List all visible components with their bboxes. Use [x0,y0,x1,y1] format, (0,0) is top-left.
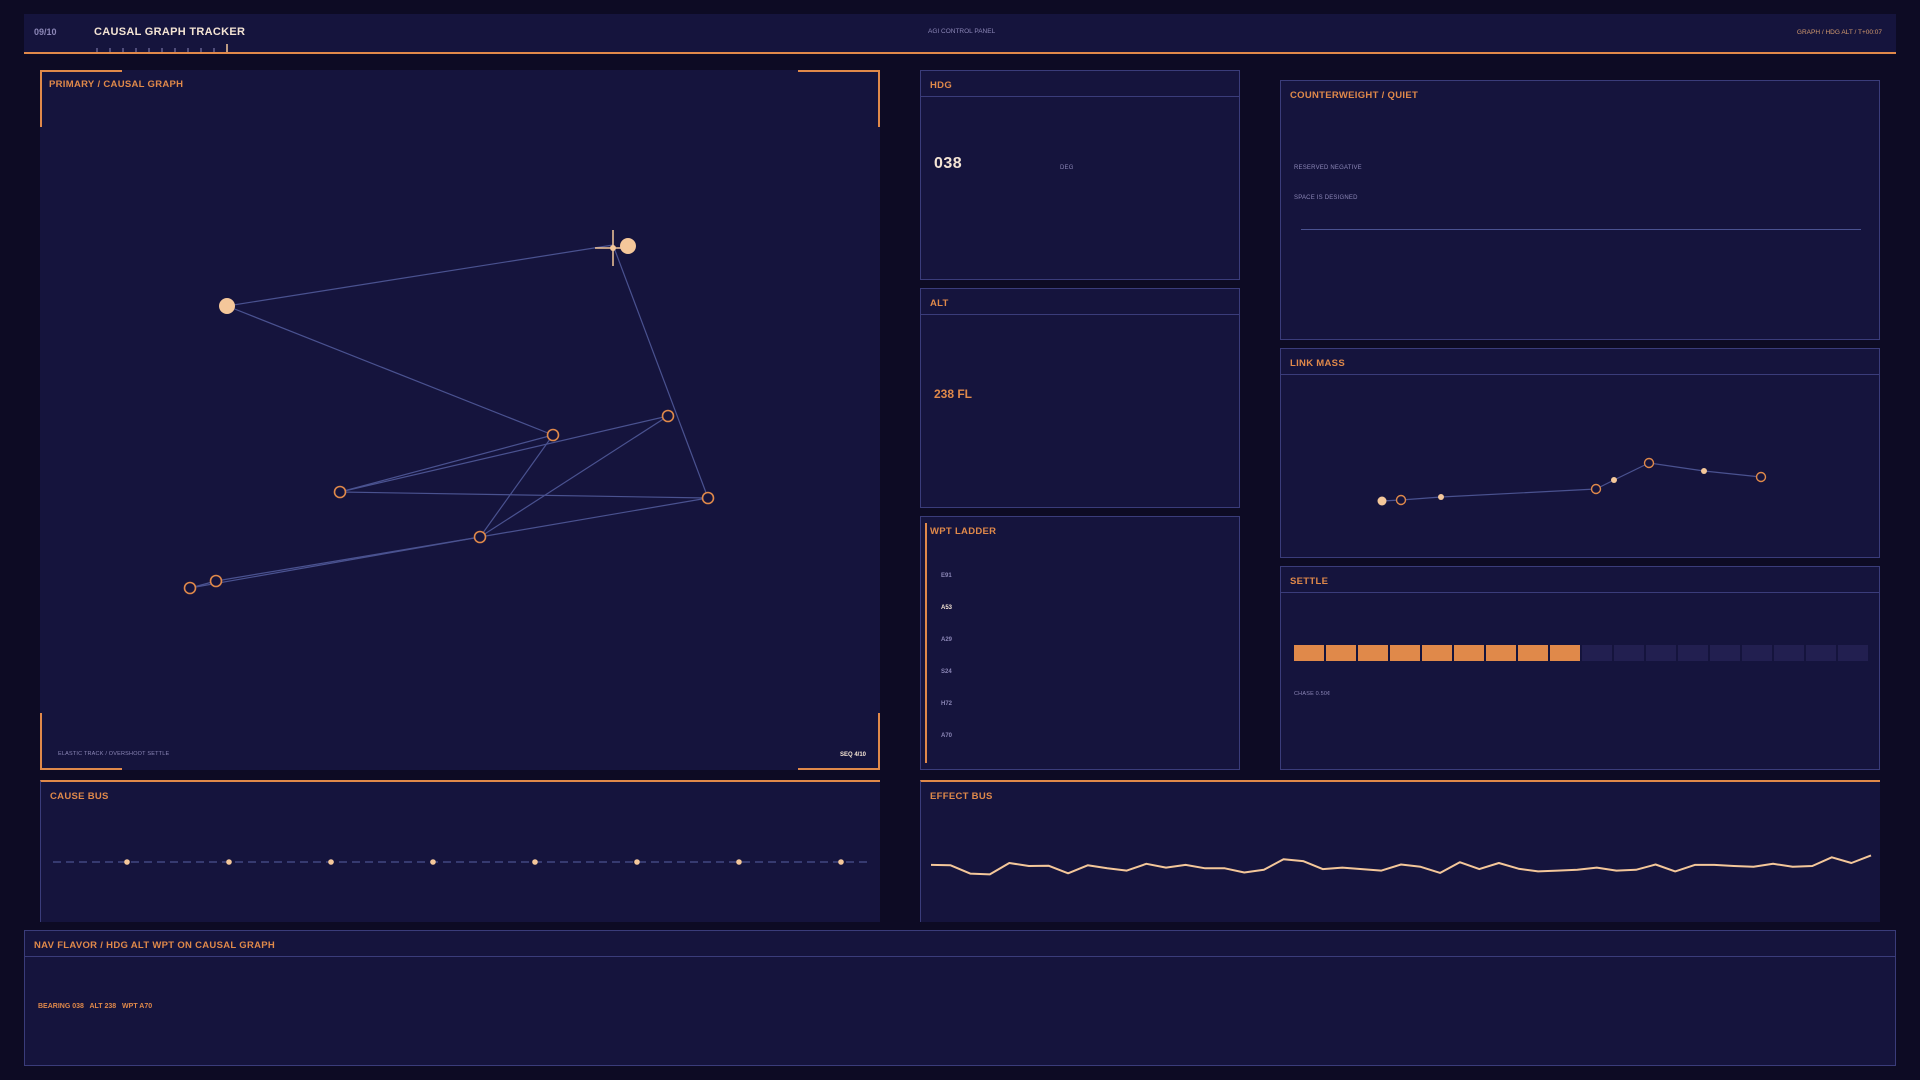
progress-ticks [96,44,228,52]
header-status: GRAPH / HDG ALT / T+00:07 [1796,29,1882,36]
settle-title: SETTLE [1290,576,1329,587]
effect-bus-chart [930,854,1872,876]
settle-segment [1742,645,1772,661]
ladder-item[interactable]: E91 [941,573,952,579]
wpt-title: WPT LADDER [930,526,997,537]
nav-divider [25,956,1895,957]
settle-segment [1358,645,1388,661]
counterweight-panel: COUNTERWEIGHT / QUIET RESERVED NEGATIVE … [1280,80,1880,340]
ladder-item[interactable]: A29 [941,637,952,643]
nav-title: NAV FLAVOR / HDG ALT WPT ON CAUSAL GRAPH [34,940,276,951]
settle-segment [1550,645,1580,661]
page-index: 09/10 [34,27,57,37]
settle-segment [1518,645,1548,661]
alt-title: ALT [930,298,949,309]
settle-segment [1326,645,1356,661]
hdg-panel: HDG 038 DEG [920,70,1240,280]
ladder-item[interactable]: S24 [941,669,952,675]
nav-alt: ALT 238 [89,1003,117,1010]
settle-segment [1678,645,1708,661]
effect-bus-line [930,854,1872,876]
nav-readout: BEARING 038 ALT 238 WPT A70 [38,1003,152,1010]
settle-panel: SETTLE CHASE 0.50¢ [1280,566,1880,770]
counterweight-line1: RESERVED NEGATIVE [1294,165,1362,171]
header-center-label: AGI CONTROL PANEL [928,28,996,35]
alt-value: 238 FL [934,387,973,401]
hdg-title: HDG [930,80,953,91]
settle-divider [1281,592,1879,593]
primary-graph-panel: PRIMARY / CAUSAL GRAPH ELASTIC TRACK / O… [40,70,880,770]
hdg-divider [921,96,1239,97]
app-title: CAUSAL GRAPH TRACKER [94,26,246,38]
top-header: 09/10 CAUSAL GRAPH TRACKER AGI CONTROL P… [24,14,1896,54]
ladder-item[interactable]: H72 [941,701,952,707]
alt-panel: ALT 238 FL [920,288,1240,508]
settle-segment [1614,645,1644,661]
effect-bus-panel: EFFECT BUS [920,780,1880,922]
counterweight-line2: SPACE IS DESIGNED [1294,195,1358,201]
nav-flavor-panel: NAV FLAVOR / HDG ALT WPT ON CAUSAL GRAPH… [24,930,1896,1066]
settle-segment [1806,645,1836,661]
alt-divider [921,314,1239,315]
settle-segment [1422,645,1452,661]
cause-bus-panel: CAUSE BUS [40,780,880,922]
ladder-item[interactable]: A70 [941,733,952,739]
settle-segment [1390,645,1420,661]
causal-graph[interactable] [40,70,880,770]
nav-bearing: BEARING 038 [38,1003,84,1010]
ladder-item-active[interactable]: A53 [941,605,952,611]
settle-progress-bar [1294,645,1868,661]
link-mass-chart [1377,457,1767,506]
settle-segment [1486,645,1516,661]
settle-segment [1774,645,1804,661]
hdg-unit: DEG [1060,165,1074,171]
counterweight-title: COUNTERWEIGHT / QUIET [1290,90,1419,101]
settle-caption: CHASE 0.50¢ [1294,691,1331,697]
counterweight-rule [1301,229,1861,230]
settle-segment [1646,645,1676,661]
wpt-ladder-panel: WPT LADDER E91 A53 A29 S24 H72 A70 [920,516,1240,770]
cause-bus-chart [53,859,871,865]
settle-segment [1582,645,1612,661]
settle-segment [1454,645,1484,661]
primary-footer-right: SEQ 4/10 [839,752,866,758]
nav-wpt: WPT A70 [122,1003,153,1010]
settle-segment [1838,645,1868,661]
ladder-rail [925,523,927,763]
primary-footer-left: ELASTIC TRACK / OVERSHOOT SETTLE [58,751,170,757]
settle-segment [1710,645,1740,661]
settle-segment [1294,645,1324,661]
link-mass-panel: LINK MASS [1280,348,1880,558]
hdg-value: 038 [934,155,963,172]
